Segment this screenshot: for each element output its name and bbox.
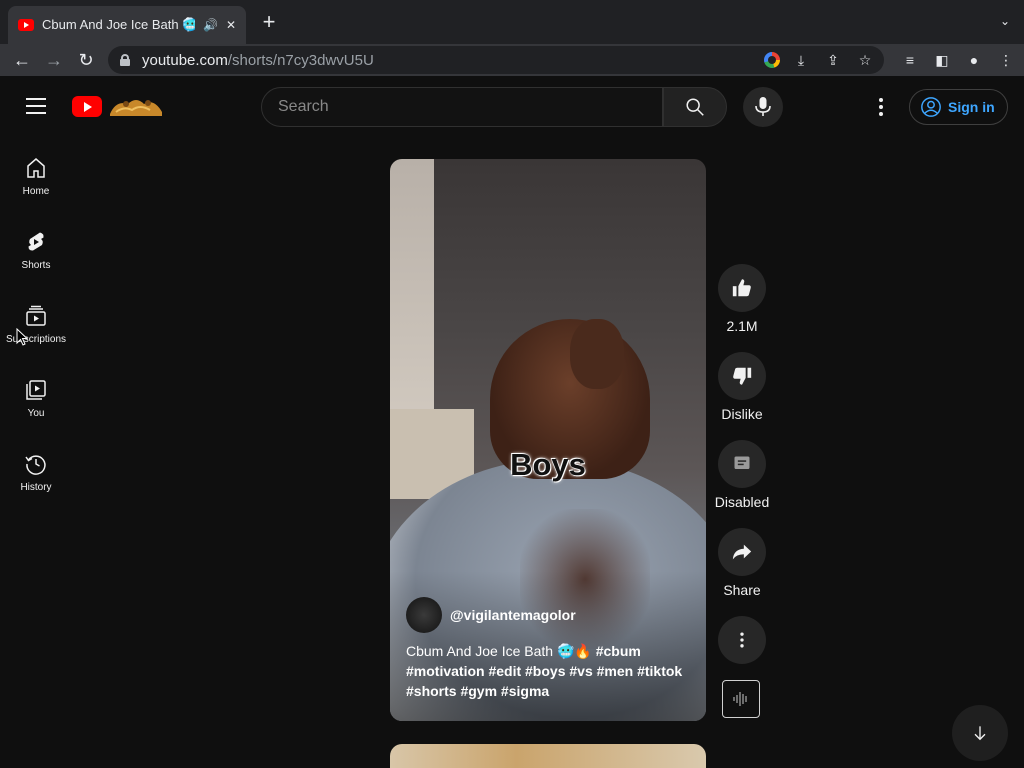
dislike-action[interactable]: Dislike [714,352,770,422]
browser-menu-icon[interactable]: ⋮ [994,48,1018,72]
url-host: youtube.com [142,51,228,69]
more-vert-icon [740,632,744,648]
youtube-favicon-icon [18,19,34,31]
account-circle-icon [921,97,941,117]
voice-search-button[interactable] [743,87,783,127]
share-arrow-icon [732,544,752,560]
shorts-video-player[interactable]: Boys @vigilantemagolor Cbum And Joe Ice … [390,159,706,721]
video-overlay-text: Boys [510,447,586,482]
shorts-icon [28,232,44,251]
search-field[interactable] [261,87,663,127]
sidebar-item-label: Subscriptions [5,334,67,345]
you-icon [26,380,46,400]
comments-button[interactable] [718,440,766,488]
audio-waveform-icon [733,692,747,706]
lock-icon[interactable] [120,54,130,66]
youtube-logo-icon[interactable] [72,96,102,117]
share-button[interactable] [718,528,766,576]
comments-label: Disabled [714,494,770,510]
reload-button[interactable]: ↻ [70,44,102,76]
mini-guide-sidebar: Home Shorts Subscriptions You History [0,136,72,506]
settings-more-icon[interactable] [870,96,892,118]
channel-name[interactable]: @vigilantemagolor [450,607,576,623]
sign-in-button[interactable]: Sign in [909,89,1008,125]
share-label: Share [723,582,761,598]
youtube-header: Sign in [0,76,1024,136]
sidebar-item-shorts[interactable]: Shorts [0,210,72,284]
subscriptions-icon [26,305,46,326]
sign-in-label: Sign in [948,99,995,115]
more-options-button[interactable] [718,616,766,664]
share-page-icon[interactable]: ⇪ [822,50,844,70]
thumbs-up-icon [732,279,751,297]
history-icon [25,455,46,475]
share-action[interactable]: Share [714,528,770,598]
like-count: 2.1M [726,318,758,334]
home-icon [27,158,45,178]
menu-icon[interactable] [26,98,46,114]
tab-title: Cbum And Joe Ice Bath 🥶 | [42,17,195,32]
browser-tab-active[interactable]: Cbum And Joe Ice Bath 🥶 | 🔊 ✕ [8,6,246,44]
google-lens-icon[interactable] [764,52,780,68]
sidebar-item-home[interactable]: Home [0,136,72,210]
sidebar-item-label: Shorts [21,260,51,271]
forward-button[interactable]: → [38,44,70,76]
url-path: /shorts/n7cy3dwvU5U [227,51,374,69]
sidebar-item-label: History [20,482,52,493]
search-icon [686,98,704,116]
arrow-down-icon [974,726,986,741]
video-caption[interactable]: Cbum And Joe Ice Bath 🥶🔥 #cbum #motivati… [406,641,696,701]
sidebar-item-you[interactable]: You [0,358,72,432]
thumbs-down-icon [733,367,752,385]
sidebar-item-subscriptions[interactable]: Subscriptions [0,284,72,358]
speaker-icon[interactable]: 🔊 [203,18,218,32]
search-button[interactable] [663,87,727,127]
mouse-cursor-icon [16,328,28,346]
address-bar[interactable]: youtube.com/shorts/n7cy3dwvU5U ⤓ ⇪ ☆ [108,46,884,74]
bookmark-star-icon[interactable]: ☆ [854,50,876,70]
close-tab-icon[interactable]: ✕ [226,18,236,32]
back-button[interactable]: ← [6,44,38,76]
channel-info[interactable]: @vigilantemagolor [406,597,576,633]
side-panel-icon[interactable]: ◧ [930,48,954,72]
dislike-label: Dislike [721,406,763,422]
next-short-preview[interactable] [390,744,706,768]
sidebar-item-label: Home [22,186,50,197]
install-app-icon[interactable]: ⤓ [790,50,812,70]
channel-avatar[interactable] [406,597,442,633]
more-action[interactable] [714,616,770,664]
video-frame-head [570,319,624,389]
media-controls-icon[interactable]: ≡ [898,48,922,72]
dislike-button[interactable] [718,352,766,400]
shorts-action-bar: 2.1M Dislike Disabled Share [714,264,770,682]
new-tab-button[interactable]: + [258,11,280,34]
search-input[interactable] [278,98,662,116]
like-button[interactable] [718,264,766,312]
tab-search-chevron-icon[interactable]: ⌄ [1000,14,1010,28]
next-video-button[interactable] [952,705,1008,761]
comment-icon [734,456,750,469]
profile-icon[interactable]: ● [962,48,986,72]
sidebar-item-history[interactable]: History [0,432,72,506]
sound-remix-button[interactable] [722,680,760,718]
microphone-icon [755,97,771,116]
caption-title: Cbum And Joe Ice Bath 🥶🔥 [406,643,592,659]
browser-tab-strip: Cbum And Joe Ice Bath 🥶 | 🔊 ✕ + ⌄ [0,0,1024,44]
comments-action[interactable]: Disabled [714,440,770,510]
youtube-doodle-logo[interactable] [106,94,166,118]
like-action[interactable]: 2.1M [714,264,770,334]
sidebar-item-label: You [27,408,45,419]
